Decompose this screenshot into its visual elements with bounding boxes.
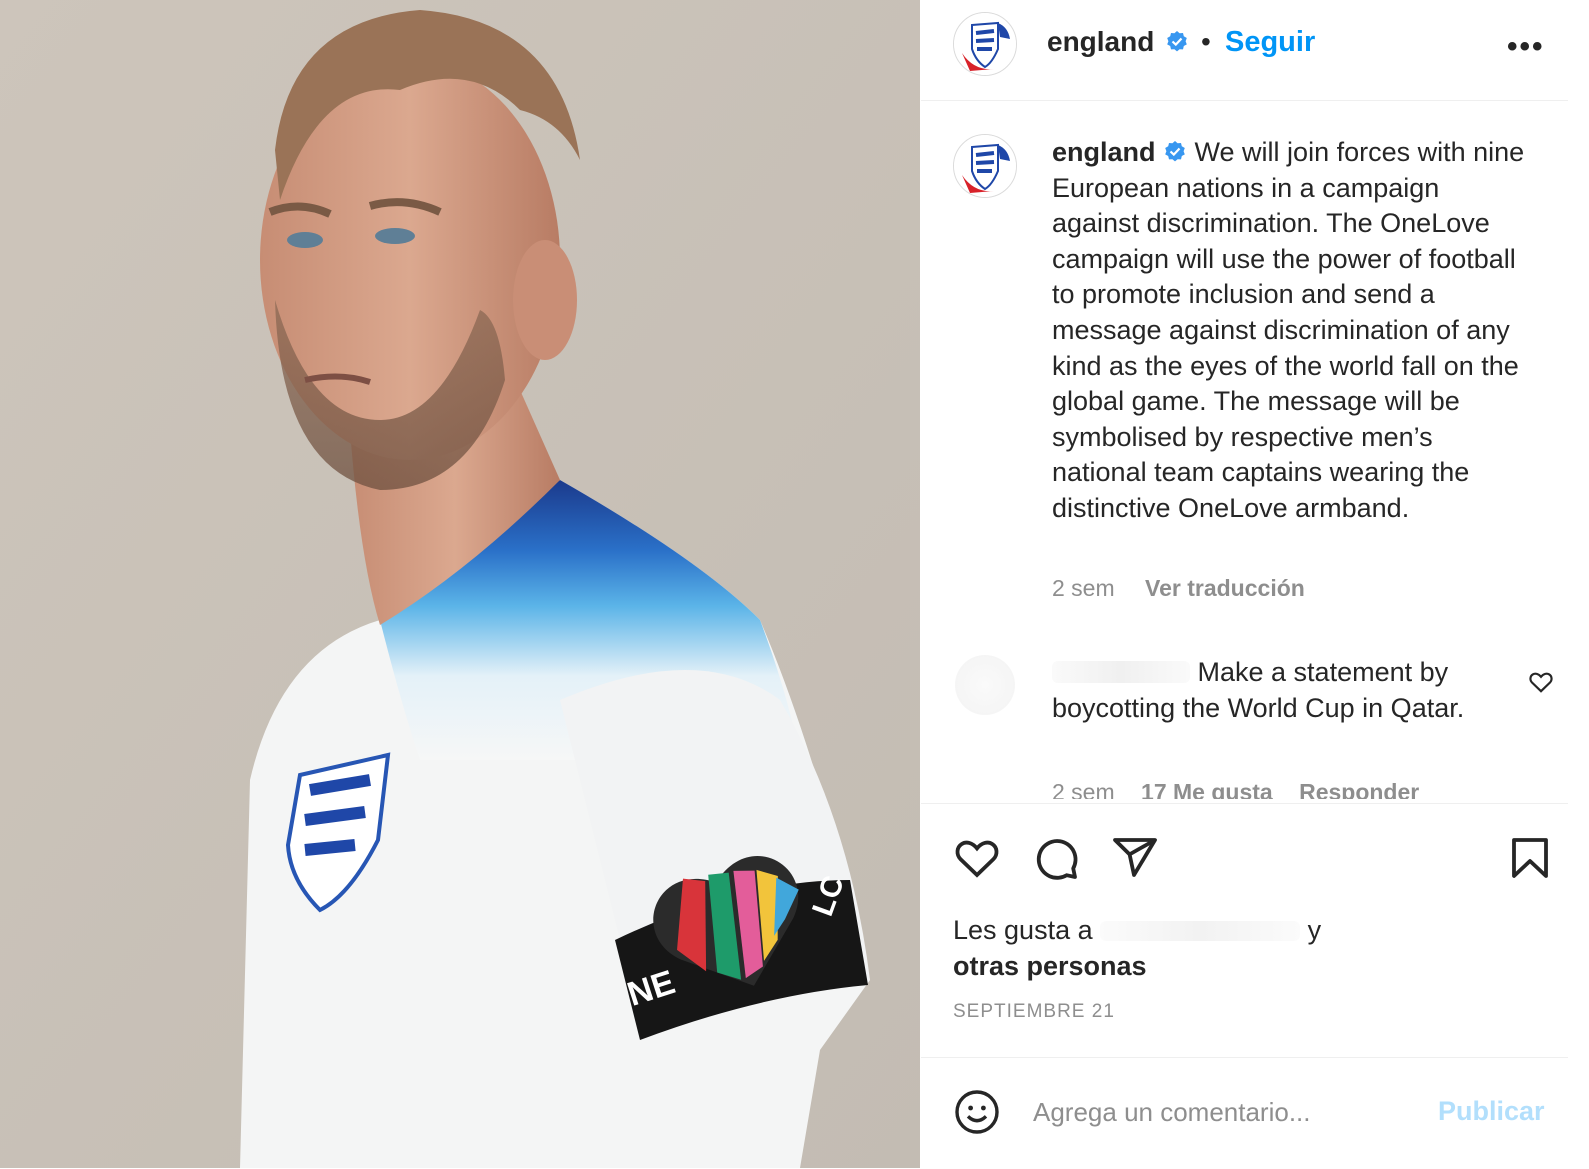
page-edge [1568, 0, 1589, 1168]
like-heart-icon[interactable] [953, 834, 1001, 882]
publish-button[interactable]: Publicar [1438, 1096, 1545, 1127]
liker-username-redacted[interactable] [1100, 921, 1301, 941]
post-caption: england We will join forces with nine Eu… [1052, 135, 1532, 527]
comment-item: Make a statement by boycotting the World… [1052, 654, 1492, 726]
verified-badge-icon [1167, 31, 1187, 52]
caption-avatar[interactable] [953, 134, 1017, 198]
likes-summary: Les gusta a y otras personas [953, 912, 1321, 984]
emoji-smiley-icon[interactable] [953, 1088, 1001, 1136]
more-options-icon[interactable]: ••• [1507, 30, 1545, 64]
post-header: england • Seguir ••• [921, 0, 1568, 101]
caption-meta: 2 sem Ver traducción [1052, 575, 1305, 602]
caption-text: We will join forces with nine European n… [1052, 137, 1525, 523]
likes-others-link[interactable]: otras personas [953, 951, 1147, 981]
comments-area[interactable]: england We will join forces with nine Eu… [921, 101, 1568, 803]
commenter-avatar[interactable] [955, 655, 1015, 715]
follow-button[interactable]: Seguir [1225, 26, 1315, 59]
player-photo-illustration: NE LC [0, 0, 920, 1168]
add-comment-bar: Publicar [921, 1057, 1568, 1169]
commenter-username-redacted[interactable] [1052, 661, 1190, 683]
caption-time: 2 sem [1052, 575, 1115, 601]
likes-connector: y [1307, 915, 1322, 945]
profile-avatar[interactable] [953, 12, 1017, 76]
comment-meta: 2 sem 17 Me gusta Responder [1052, 779, 1439, 799]
caption-username[interactable]: england [1052, 137, 1156, 167]
instagram-post: NE LC england • Seguir ••• england We wi… [0, 0, 1589, 1168]
post-side-panel: england • Seguir ••• england We will joi… [921, 0, 1568, 1168]
see-translation-link[interactable]: Ver traducción [1145, 575, 1305, 601]
post-actions: Les gusta a y otras personas SEPTIEMBRE … [921, 803, 1568, 1054]
share-paper-plane-icon[interactable] [1111, 834, 1159, 882]
comment-time: 2 sem [1052, 779, 1115, 799]
england-crest-icon [954, 13, 1016, 75]
verified-badge-icon [1165, 141, 1185, 162]
comment-input[interactable] [1031, 1096, 1415, 1129]
comment-reply-button[interactable]: Responder [1299, 779, 1419, 799]
post-photo[interactable]: NE LC [0, 0, 920, 1168]
save-bookmark-icon[interactable] [1506, 834, 1554, 882]
comment-likes[interactable]: 17 Me gusta [1141, 779, 1273, 799]
post-date[interactable]: SEPTIEMBRE 21 [953, 1001, 1115, 1023]
england-crest-icon [954, 135, 1016, 197]
header-username[interactable]: england [1047, 26, 1154, 58]
likes-prefix: Les gusta a [953, 915, 1093, 945]
comment-bubble-icon[interactable] [1032, 834, 1080, 882]
header-separator: • [1201, 26, 1211, 57]
comment-like-heart-icon[interactable] [1528, 669, 1554, 695]
